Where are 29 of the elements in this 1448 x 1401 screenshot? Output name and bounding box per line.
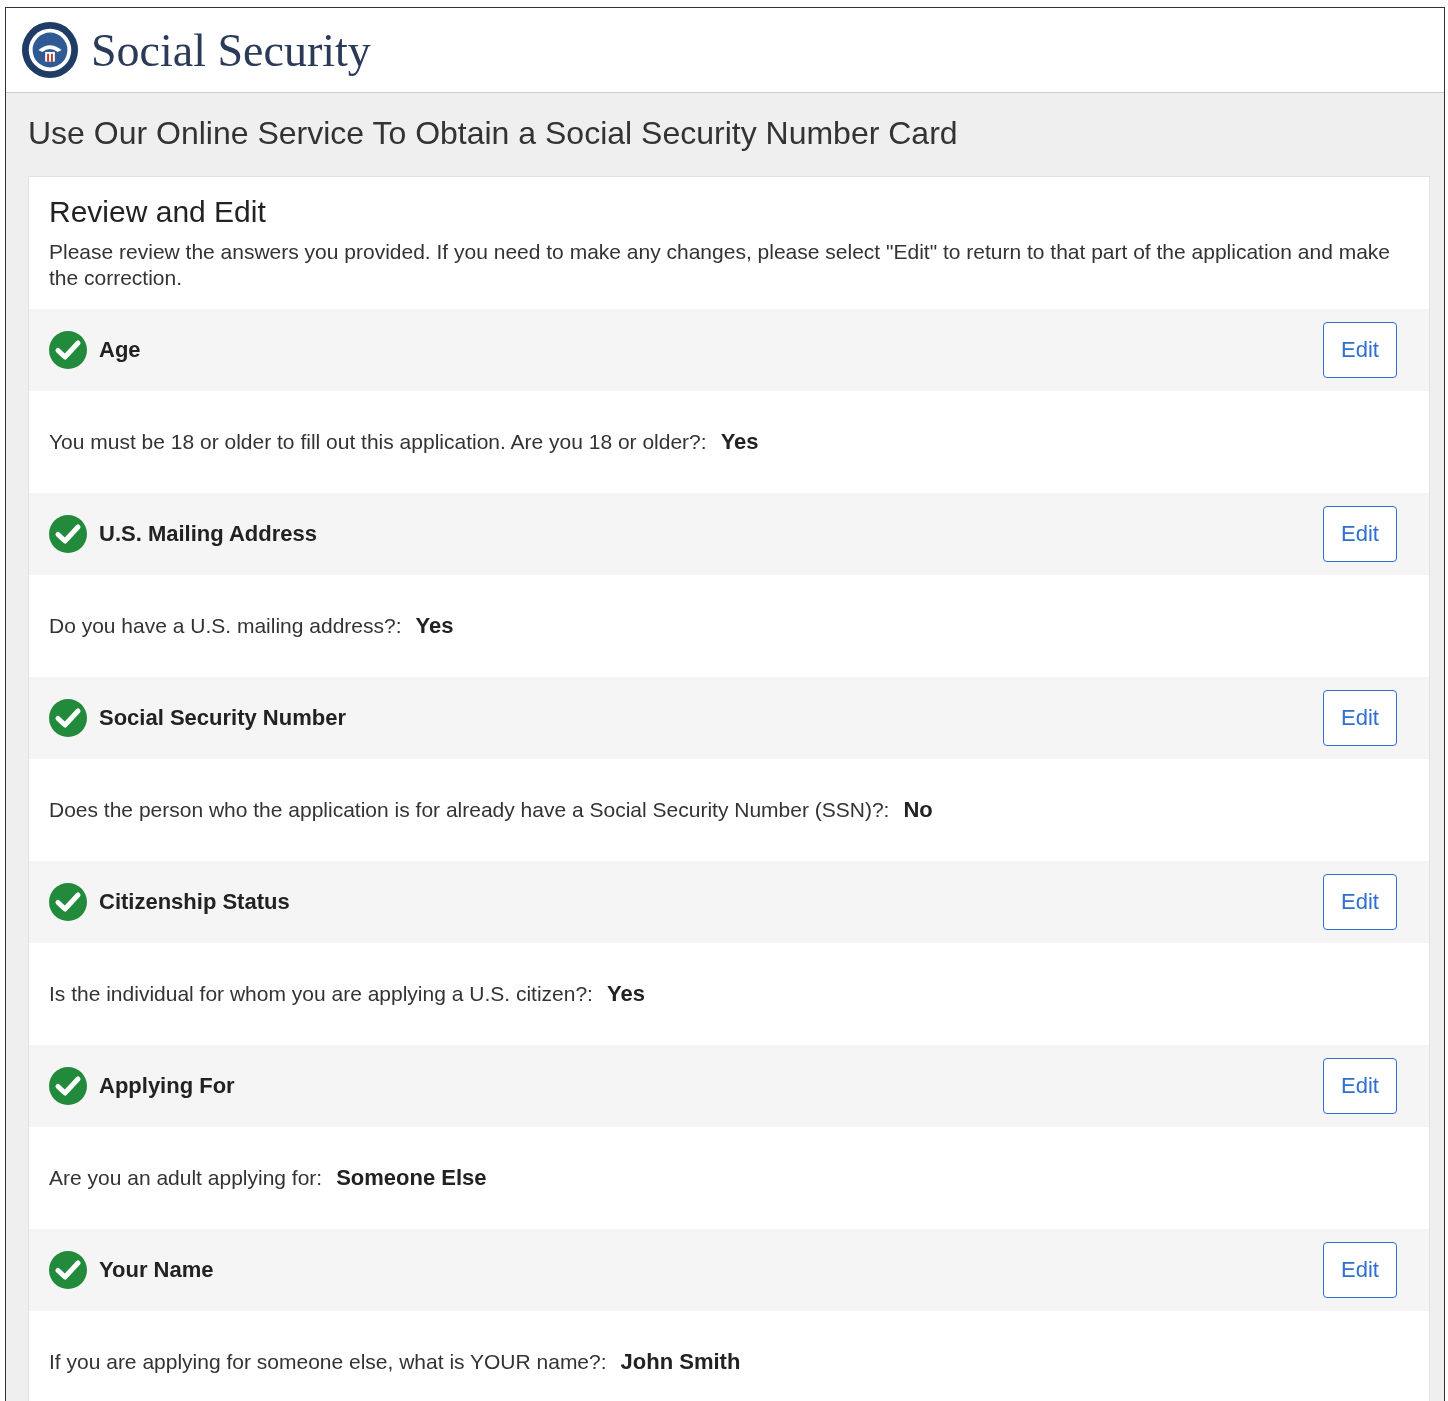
- question-text: Is the individual for whom you are applying a U.S. citizen?:: [49, 982, 593, 1006]
- section-heading: Review and Edit: [49, 195, 267, 229]
- section-title: U.S. Mailing Address: [99, 521, 317, 547]
- edit-button[interactable]: Edit: [1323, 690, 1397, 746]
- answer-text: Yes: [415, 613, 454, 639]
- site-name[interactable]: Social Security: [91, 23, 371, 77]
- page-title: Use Our Online Service To Obtain a Social Security Number Card: [28, 114, 959, 153]
- section-title: Applying For: [99, 1073, 235, 1099]
- answer-text: Yes: [720, 429, 759, 455]
- question-text: Do you have a U.S. mailing address?:: [49, 614, 402, 638]
- edit-button[interactable]: Edit: [1323, 1058, 1397, 1114]
- edit-button[interactable]: Edit: [1323, 506, 1397, 562]
- edit-button[interactable]: Edit: [1323, 874, 1397, 930]
- agency-seal-icon: [21, 21, 79, 79]
- edit-button[interactable]: Edit: [1323, 322, 1397, 378]
- edit-button[interactable]: Edit: [1323, 1242, 1397, 1298]
- section-title: Age: [99, 337, 141, 363]
- question-text: Are you an adult applying for:: [49, 1166, 323, 1190]
- answer-text: John Smith: [620, 1349, 741, 1375]
- section-title: Your Name: [99, 1257, 214, 1283]
- question-text: If you are applying for someone else, what is YOUR name?:: [49, 1350, 607, 1374]
- answer-text: Someone Else: [336, 1165, 487, 1191]
- section-title: Citizenship Status: [99, 889, 290, 915]
- intro-text: Please review the answers you provided. If you need to make any changes, please select "Edit" to return to that part of the application and make the correction.: [49, 239, 1392, 291]
- answer-text: No: [903, 797, 933, 823]
- section-title: Social Security Number: [99, 705, 346, 731]
- question-text: You must be 18 or older to fill out this application. Are you 18 or older?:: [49, 430, 707, 454]
- answer-text: Yes: [606, 981, 645, 1007]
- question-text: Does the person who the application is for already have a Social Security Number (SSN)?:: [49, 798, 890, 822]
